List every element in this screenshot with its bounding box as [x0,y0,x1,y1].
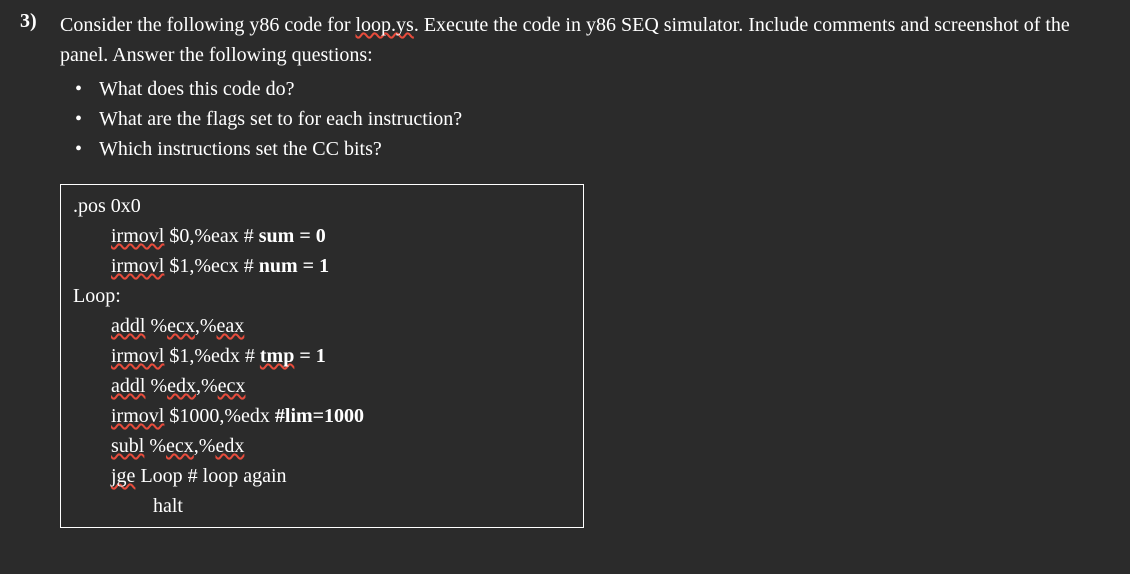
code-text: % [145,375,167,397]
code-wavy: ecx [166,435,194,457]
code-text: $0,%eax # [164,225,258,247]
code-text: ,% [196,375,218,397]
code-line-3: irmovl $1,%ecx # num = 1 [73,251,571,281]
code-text: ,% [194,435,216,457]
code-wavy: addl [111,375,145,397]
code-line-5: addl %ecx,%eax [73,311,571,341]
code-text: % [144,435,166,457]
code-line-4: Loop: [73,281,571,311]
code-line-10: jge Loop # loop again [73,461,571,491]
code-line-7: addl %edx,%ecx [73,371,571,401]
code-wavy: eax [217,315,245,337]
code-text: $1000,%edx [164,405,275,427]
code-bold: sum = 0 [259,225,326,247]
question-body: Consider the following y86 code for loop… [60,10,1110,528]
code-wavy: edx [167,375,196,397]
code-line-6: irmovl $1,%edx # tmp = 1 [73,341,571,371]
code-bold: = 1 [294,345,325,367]
code-wavy: irmovl [111,405,164,427]
question-text: Consider the following y86 code for loop… [60,10,1110,70]
code-line-9: subl %ecx,%edx [73,431,571,461]
code-wavy: ecx [218,375,246,397]
code-wavy: addl [111,315,145,337]
code-line-11: halt [73,491,571,521]
code-text: Loop # loop again [135,465,286,487]
code-wavy: irmovl [111,225,164,247]
bullet-item: Which instructions set the CC bits? [75,134,1110,164]
code-line-1: .pos 0x0 [73,191,571,221]
code-bold: #lim=1000 [275,405,364,427]
question-text-part1: Consider the following y86 code for [60,14,356,36]
code-wavy: ecx [167,315,195,337]
code-wavy: irmovl [111,255,164,277]
code-line-2: irmovl $0,%eax # sum = 0 [73,221,571,251]
bullet-item: What are the flags set to for each instr… [75,104,1110,134]
code-wavy: irmovl [111,345,164,367]
bullet-list: What does this code do? What are the fla… [75,74,1110,164]
question-container: 3) Consider the following y86 code for l… [20,10,1110,528]
code-text: $1,%ecx # [164,255,258,277]
code-wavy: edx [215,435,244,457]
code-line-8: irmovl $1000,%edx #lim=1000 [73,401,571,431]
code-wavy: jge [111,465,135,487]
question-number: 3) [20,10,48,33]
code-box: .pos 0x0 irmovl $0,%eax # sum = 0 irmovl… [60,184,584,528]
code-wavy: subl [111,435,144,457]
code-text: % [145,315,167,337]
bullet-item: What does this code do? [75,74,1110,104]
code-bold-wavy: tmp [260,345,294,367]
code-text: $1,%edx # [164,345,260,367]
question-text-wavy: loop.ys [356,14,414,36]
code-bold: num = 1 [259,255,329,277]
code-text: ,% [195,315,217,337]
